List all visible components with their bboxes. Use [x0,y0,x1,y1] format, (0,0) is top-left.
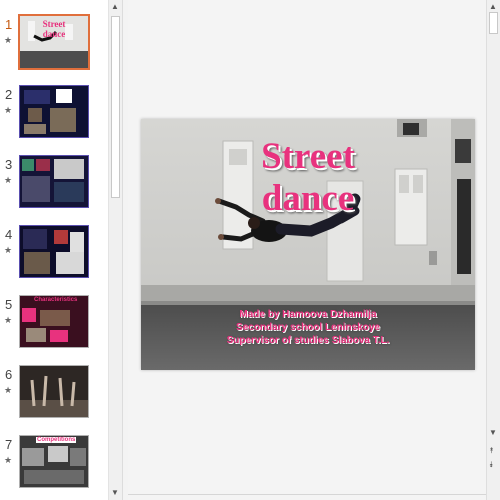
animation-star-icon: ★ [4,455,13,465]
slide-thumbnail-image[interactable]: Competitions [19,435,89,488]
slide-number: 4 [5,227,13,242]
dance-collage-thumbnail-icon [20,86,88,137]
slide-thumbnail-5[interactable]: 5 ★ Characteristics [0,295,108,357]
slide-number: 7 [5,437,13,452]
slide-thumbnail-1[interactable]: 1 ★ Street dance [0,14,108,77]
slide-thumbnail-3[interactable]: 3 ★ [0,155,108,217]
notes-pane-separator[interactable] [128,494,486,495]
competitions-thumbnail-icon [20,436,88,487]
dance-collage-thumbnail-icon [20,156,88,207]
next-slide-icon[interactable]: ⯯ [489,460,494,470]
editor-scrollbar[interactable]: ▲ ▼ ⯭ ⯯ [486,0,500,500]
thumbnail-title: Competitions [36,437,77,443]
animation-star-icon: ★ [4,35,13,45]
slide-thumbnail-image[interactable] [19,85,89,138]
slide-number: 5 [5,297,13,312]
slide-number: 2 [5,87,13,102]
slide-number: 1 [5,17,13,32]
scrollbar-thumb[interactable] [111,16,120,198]
slide-editor[interactable]: Street dance Made by Hamoova Dzhamilja S… [128,0,486,500]
slide-title-line-1[interactable]: Street [141,137,475,177]
slide-thumbnail-image[interactable] [19,155,89,208]
slide-thumbnail-image[interactable]: Characteristics [19,295,89,348]
thumbnail-title: Characteristics [34,297,78,303]
scrollbar-thumb[interactable] [489,12,498,34]
slide-number: 6 [5,367,13,382]
author-credit[interactable]: Made by Hamoova Dzhamilja [141,308,475,321]
animation-star-icon: ★ [4,385,13,395]
dance-collage-thumbnail-icon [20,226,88,277]
slide-thumbnail-pane[interactable]: 1 ★ Street dance 2 ★ 3 ★ 4 ★ 5 ★ Charact… [0,0,108,500]
previous-slide-icon[interactable]: ⯭ [489,446,494,456]
slide-thumbnail-image[interactable] [19,365,89,418]
scroll-up-icon[interactable]: ▲ [111,2,119,11]
thumbnail-title-line-1: Street [42,19,66,29]
slide-thumbnail-7[interactable]: 7 ★ Competitions [0,435,108,497]
slide-canvas[interactable]: Street dance Made by Hamoova Dzhamilja S… [141,119,475,370]
thumbnail-scrollbar[interactable]: ▲ ▼ [108,0,122,500]
slide-thumbnail-4[interactable]: 4 ★ [0,225,108,287]
animation-star-icon: ★ [4,175,13,185]
scroll-up-icon[interactable]: ▲ [489,2,497,11]
scroll-down-icon[interactable]: ▼ [111,488,119,497]
slide-thumbnail-image[interactable] [19,225,89,278]
supervisor-credit[interactable]: Supervisor of studies Slabova T.L. [141,334,475,347]
animation-star-icon: ★ [4,245,13,255]
slide-title-line-2[interactable]: dance [141,179,475,219]
dance-photo-thumbnail-icon [20,366,88,417]
slide-thumbnail-6[interactable]: 6 ★ [0,365,108,427]
animation-star-icon: ★ [4,105,13,115]
school-credit[interactable]: Secondary school Leninskoye [141,321,475,334]
animation-star-icon: ★ [4,315,13,325]
characteristics-thumbnail-icon [20,296,88,347]
slide-number: 3 [5,157,13,172]
scroll-down-icon[interactable]: ▼ [489,428,497,437]
slide-thumbnail-image[interactable]: Street dance [18,14,90,70]
thumbnail-title-line-2: dance [42,29,66,39]
slide-thumbnail-2[interactable]: 2 ★ [0,85,108,147]
